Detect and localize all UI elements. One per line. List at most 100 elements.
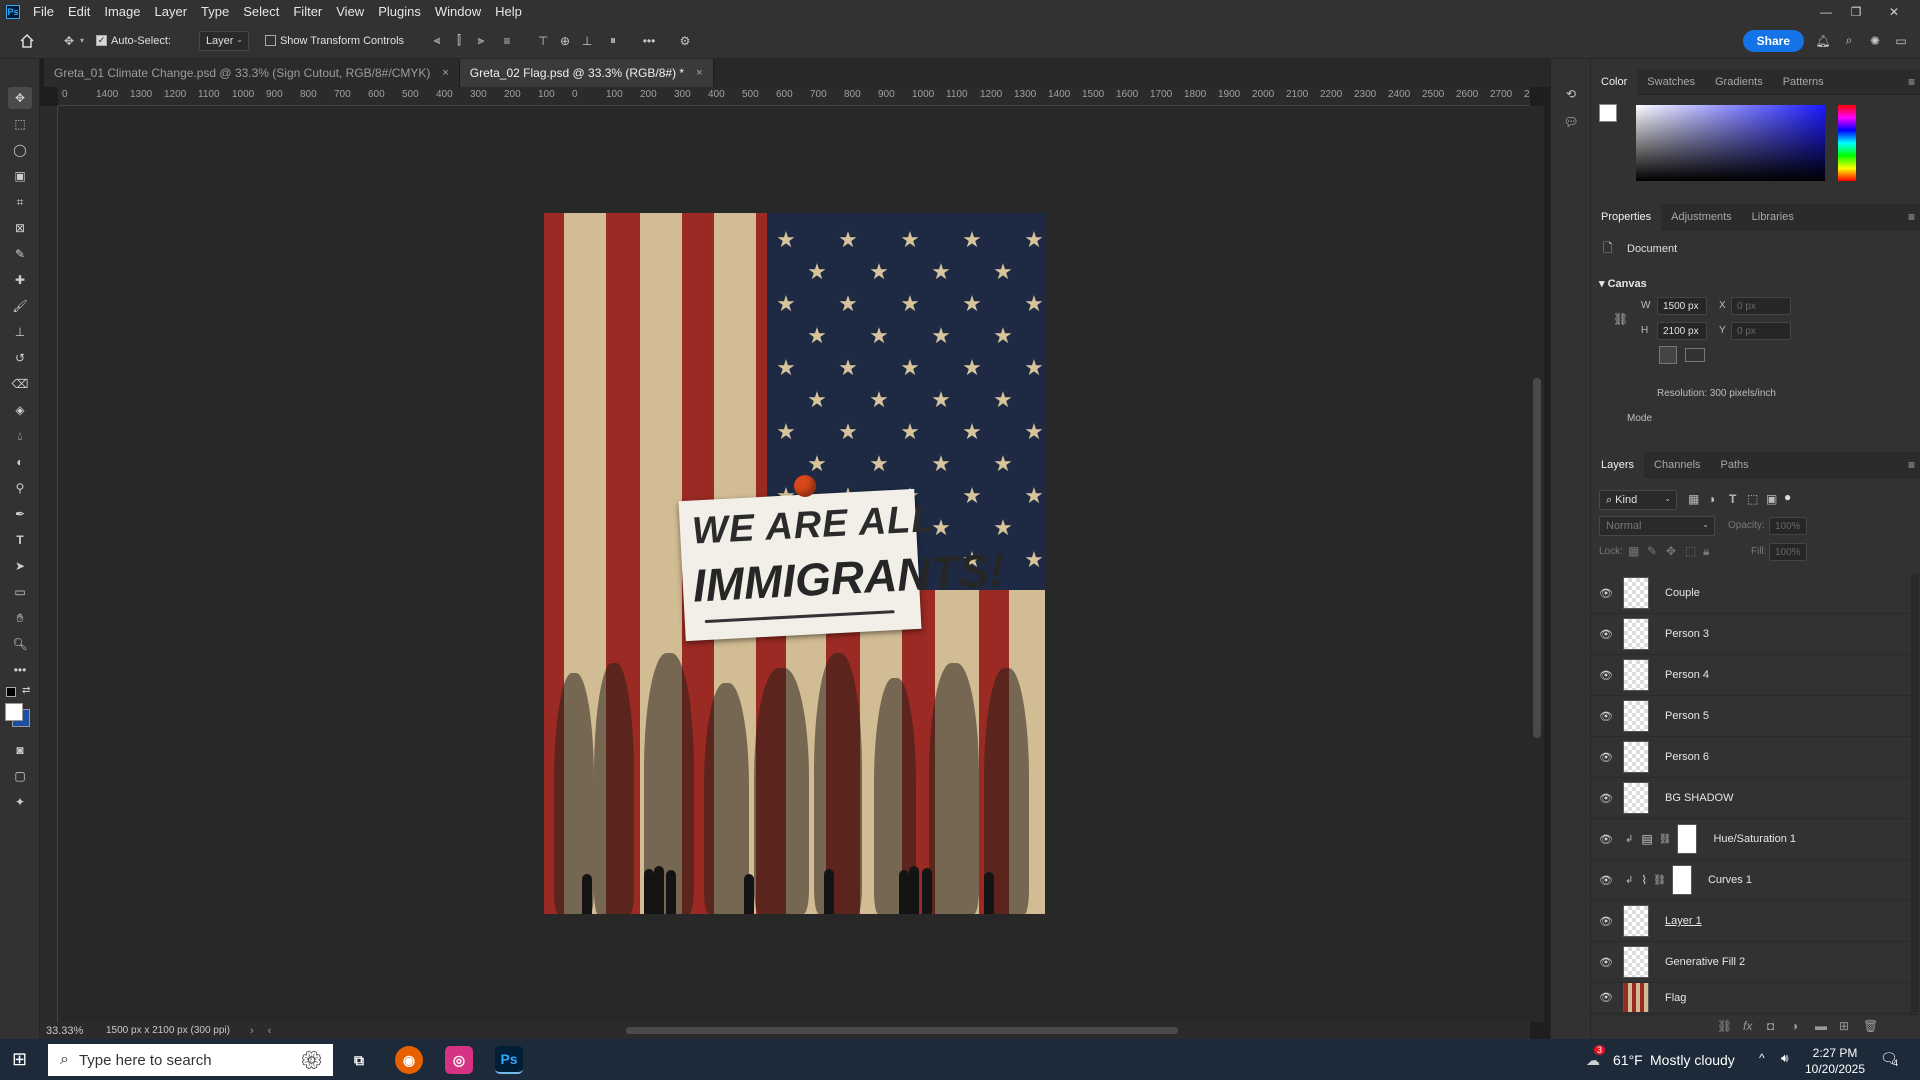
- link-layers-icon[interactable]: ⛓: [1717, 1019, 1732, 1033]
- horizontal-scrollbar[interactable]: [300, 1026, 1520, 1034]
- layer-row-generative-fill-2[interactable]: 👁︎ Generative Fill 2: [1591, 942, 1911, 983]
- scroll-left-icon[interactable]: ‹: [268, 1025, 272, 1037]
- bell-icon[interactable]: 🔔︎: [1812, 30, 1834, 52]
- menu-file[interactable]: File: [26, 0, 61, 23]
- auto-select-toggle[interactable]: ✓ Auto-Select:: [96, 35, 171, 47]
- artwork-canvas[interactable]: ★ ★ ★ ★ ★ ★ ★ ★ ★ ★ ★ ★ ★ ★ ★ ★ ★ ★ ★ ★ ★ ★ ★ ★ ★ ★ ★ ★ ★ ★ ★ ★ ★ ★ ★ ★ ★ ★ ★ ★…: [544, 213, 1045, 914]
- menu-image[interactable]: Image: [97, 0, 147, 23]
- chevron-down-icon[interactable]: ▾: [80, 36, 84, 45]
- volume-icon[interactable]: 🔊︎: [1781, 1051, 1789, 1066]
- eye-icon[interactable]: 👁︎: [1597, 991, 1615, 1004]
- vertical-scroll-thumb[interactable]: [1533, 378, 1541, 738]
- frame-tool-icon[interactable]: ⊠: [8, 217, 32, 239]
- share-button[interactable]: Share: [1742, 29, 1804, 52]
- opacity-field[interactable]: 100%: [1769, 517, 1807, 535]
- eye-icon[interactable]: 👁︎: [1597, 628, 1615, 641]
- lock-pixels-icon[interactable]: ✎: [1647, 544, 1657, 558]
- close-tab-icon[interactable]: ×: [442, 67, 448, 79]
- foreground-color-swatch[interactable]: [1599, 104, 1617, 122]
- menu-plugins[interactable]: Plugins: [371, 0, 428, 23]
- layers-scrollbar[interactable]: [1911, 573, 1919, 1013]
- weather-description[interactable]: Mostly cloudy: [1650, 1052, 1735, 1068]
- new-layer-icon[interactable]: ⊞: [1839, 1019, 1849, 1033]
- history-panel-icon[interactable]: ⟲: [1560, 83, 1582, 105]
- foreground-color-swatch[interactable]: [5, 703, 23, 721]
- screen-mode-icon[interactable]: ▢: [8, 765, 32, 787]
- menu-type[interactable]: Type: [194, 0, 236, 23]
- marquee-tool-icon[interactable]: ⬚: [8, 113, 32, 135]
- trash-icon[interactable]: 🗑︎: [1863, 1019, 1878, 1033]
- layer-row-layer-1[interactable]: 👁︎ Layer 1: [1591, 901, 1911, 942]
- weather-temperature[interactable]: 61°F: [1613, 1052, 1643, 1068]
- eye-icon[interactable]: 👁︎: [1597, 874, 1615, 887]
- pen-tool-icon[interactable]: ✒: [8, 503, 32, 525]
- portrait-orientation-icon[interactable]: [1659, 346, 1677, 364]
- task-view-icon[interactable]: ⧉: [345, 1046, 373, 1074]
- menu-edit[interactable]: Edit: [61, 0, 97, 23]
- blend-mode-dropdown[interactable]: Normal ⌄: [1599, 516, 1715, 536]
- align-left-icon[interactable]: ⫷: [426, 30, 448, 52]
- lock-all-icon[interactable]: 🔒︎: [1703, 544, 1709, 559]
- brush-tool-icon[interactable]: 🖌︎: [8, 295, 32, 317]
- canvas-width-field[interactable]: 1500 px: [1657, 297, 1707, 315]
- link-icon[interactable]: ⛓: [1653, 875, 1666, 886]
- close-tab-icon[interactable]: ×: [696, 67, 702, 79]
- lock-position-icon[interactable]: ✥: [1666, 544, 1676, 558]
- show-transform-checkbox[interactable]: [264, 35, 276, 46]
- filter-toggle-icon[interactable]: ●: [1784, 490, 1791, 504]
- layer-mask-thumbnail[interactable]: [1677, 824, 1698, 854]
- canvas-height-field[interactable]: 2100 px: [1657, 322, 1707, 340]
- close-icon[interactable]: ✕: [1880, 0, 1908, 23]
- eye-icon[interactable]: 👁︎: [1597, 587, 1615, 600]
- panel-menu-icon[interactable]: ≡: [1908, 458, 1915, 472]
- panel-menu-icon[interactable]: ≡: [1908, 210, 1915, 224]
- firefox-icon[interactable]: ◉: [395, 1046, 423, 1074]
- canvas-y-field[interactable]: 0 px: [1731, 322, 1791, 340]
- tab-properties[interactable]: Properties: [1591, 203, 1662, 230]
- layer-row-person-4[interactable]: 👁︎ Person 4: [1591, 655, 1911, 696]
- menu-window[interactable]: Window: [428, 0, 488, 23]
- type-tool-icon[interactable]: T: [8, 529, 32, 551]
- menu-filter[interactable]: Filter: [286, 0, 329, 23]
- layer-row-hue-saturation[interactable]: 👁︎ ↲ ▤ ⛓ Hue/Saturation 1: [1591, 819, 1911, 860]
- move-tool-icon[interactable]: ✥: [8, 87, 32, 109]
- swap-colors-icon[interactable]: ⇄: [22, 685, 30, 696]
- eyedropper-tool-icon[interactable]: ✎: [8, 243, 32, 265]
- crop-tool-icon[interactable]: ⌗: [8, 191, 32, 213]
- default-colors-icon[interactable]: [6, 687, 16, 697]
- workspace-icon[interactable]: ▭: [1890, 30, 1912, 52]
- align-bottom-icon[interactable]: ⊥: [576, 30, 598, 52]
- tab-channels[interactable]: Channels: [1644, 452, 1710, 478]
- clock-date[interactable]: 10/20/2025: [1804, 1062, 1866, 1076]
- sponge-tool-icon[interactable]: ⚲: [8, 477, 32, 499]
- hue-slider[interactable]: [1838, 105, 1856, 181]
- menu-layer[interactable]: Layer: [148, 0, 195, 23]
- more-options-icon[interactable]: •••: [638, 30, 660, 52]
- adjustment-filter-icon[interactable]: ◑: [1708, 492, 1715, 506]
- eye-icon[interactable]: 👁︎: [1597, 915, 1615, 928]
- layer-row-couple[interactable]: 👁︎ Couple: [1591, 573, 1911, 614]
- tab-gradients[interactable]: Gradients: [1705, 69, 1773, 95]
- align-middle-icon[interactable]: ⊕: [554, 30, 576, 52]
- taskbar-search[interactable]: ⌕ Type here to search 🌼︎: [48, 1044, 333, 1076]
- layer-row-flag[interactable]: 👁︎ Flag: [1591, 983, 1911, 1013]
- fill-field[interactable]: 100%: [1769, 543, 1807, 561]
- layer-row-bg-shadow[interactable]: 👁︎ BG SHADOW: [1591, 778, 1911, 819]
- eye-icon[interactable]: 👁︎: [1597, 710, 1615, 723]
- zoom-level[interactable]: 33.33%: [46, 1025, 96, 1037]
- color-picker-field[interactable]: [1636, 105, 1825, 181]
- show-transform-toggle[interactable]: Show Transform Controls: [264, 35, 404, 47]
- layer-row-person-5[interactable]: 👁︎ Person 5: [1591, 696, 1911, 737]
- new-adjustment-icon[interactable]: ◑: [1791, 1019, 1798, 1033]
- vertical-scrollbar[interactable]: [1530, 106, 1544, 1022]
- horizontal-scroll-thumb[interactable]: [626, 1027, 1178, 1034]
- tab-adjustments[interactable]: Adjustments: [1661, 204, 1742, 230]
- lock-artboard-icon[interactable]: ⬚: [1685, 544, 1696, 558]
- clock-time[interactable]: 2:27 PM: [1804, 1046, 1866, 1060]
- chevron-up-icon[interactable]: ^: [1759, 1051, 1765, 1065]
- tab-greta-01[interactable]: Greta_01 Climate Change.psd @ 33.3% (Sig…: [44, 59, 460, 87]
- discover-icon[interactable]: ✺: [1864, 30, 1886, 52]
- generative-icon[interactable]: ✦: [8, 791, 32, 813]
- quick-mask-icon[interactable]: ◙: [8, 739, 32, 761]
- home-icon[interactable]: [16, 30, 38, 52]
